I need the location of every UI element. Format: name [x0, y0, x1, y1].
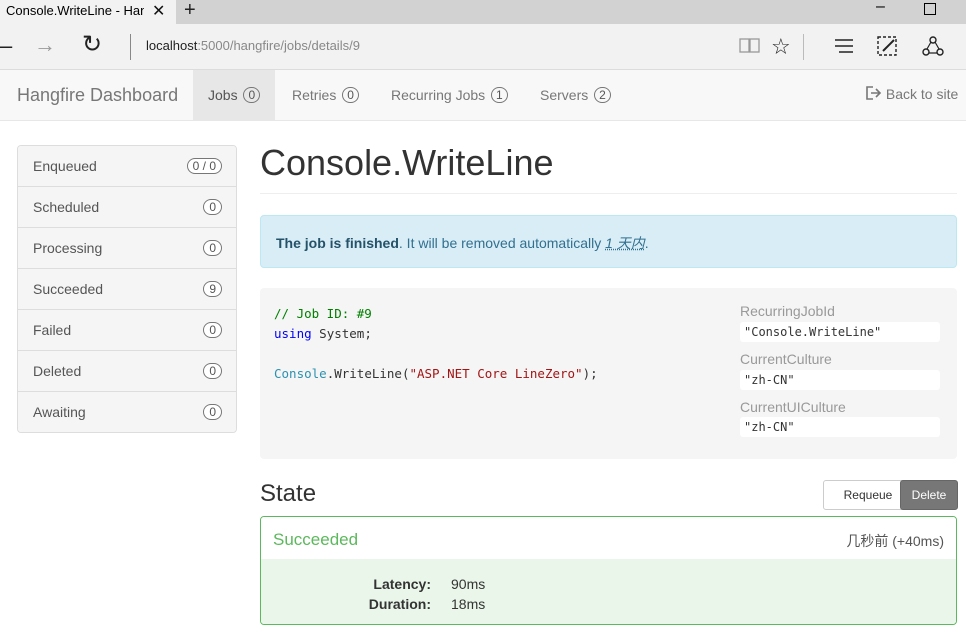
sidebar-count-badge: 0 — [203, 199, 222, 215]
sidebar-item-enqueued[interactable]: Enqueued 0 / 0 — [18, 146, 236, 186]
alert-expire-time: 1 天内 — [605, 235, 645, 251]
toolbar-divider — [803, 34, 804, 60]
tab-label: Retries — [292, 87, 337, 103]
sidebar-item-label: Awaiting — [33, 404, 86, 420]
tab-label: Recurring Jobs — [391, 87, 486, 103]
detail-key: Duration: — [368, 596, 431, 612]
back-to-site-link[interactable]: Back to site — [866, 86, 958, 102]
sidebar-count-badge: 0 — [203, 363, 222, 379]
tab-recurring-jobs[interactable]: Recurring Jobs 1 — [376, 70, 523, 120]
sidebar-item-label: Succeeded — [33, 281, 104, 297]
favorite-star-icon[interactable]: ☆ — [771, 34, 791, 60]
alert-text: The job is finished. It will be removed … — [276, 233, 649, 253]
code-method: .WriteLine( — [326, 366, 410, 381]
detail-value: 90ms — [451, 576, 486, 592]
param-name: RecurringJobId — [740, 303, 835, 319]
tab-count-badge: 0 — [243, 87, 261, 103]
param-value: "zh-CN" — [740, 370, 940, 390]
state-panel-succeeded: Succeeded 几秒前 (+40ms) Latency: 90ms Dura… — [260, 516, 957, 625]
state-name: Succeeded — [273, 530, 359, 549]
sidebar-item-succeeded[interactable]: Succeeded 9 — [18, 268, 236, 309]
sidebar-item-label: Deleted — [33, 363, 82, 379]
title-divider — [260, 193, 957, 194]
back-arrow-icon[interactable]: – — [0, 33, 12, 59]
close-tab-icon[interactable]: ✕ — [152, 1, 165, 21]
state-heading: State — [260, 480, 317, 507]
web-note-icon[interactable] — [877, 36, 899, 61]
tab-label: Jobs — [208, 87, 238, 103]
sign-out-icon — [866, 86, 886, 102]
sidebar-count-badge: 0 — [203, 240, 222, 256]
forward-arrow-icon[interactable]: → — [34, 32, 56, 58]
job-state-sidebar: Enqueued 0 / 0 Scheduled 0 Processing 0 … — [17, 145, 237, 433]
detail-value: 18ms — [451, 596, 486, 612]
browser-tab-title: Console.WriteLine - Han — [6, 3, 144, 18]
back-to-site-label: Back to site — [885, 86, 959, 102]
browser-toolbar — [0, 24, 966, 70]
address-divider — [130, 34, 131, 60]
job-finished-alert: The job is finished. It will be removed … — [260, 215, 957, 268]
param-name: CurrentCulture — [740, 351, 832, 367]
minimize-icon[interactable]: – — [876, 0, 885, 16]
sidebar-item-scheduled[interactable]: Scheduled 0 — [18, 186, 236, 227]
alert-strong: The job is finished — [276, 235, 399, 251]
tab-servers[interactable]: Servers 2 — [525, 70, 626, 120]
sidebar-item-label: Enqueued — [33, 158, 97, 174]
code-end: ); — [582, 366, 598, 381]
tab-count-badge: 1 — [491, 87, 508, 103]
param-value: "Console.WriteLine" — [740, 322, 940, 342]
brand-link[interactable]: Hangfire Dashboard — [17, 85, 178, 106]
browser-tab[interactable]: Console.WriteLine - Han ✕ — [0, 0, 176, 24]
page-title: Console.WriteLine — [260, 142, 554, 183]
delete-button[interactable]: Delete — [900, 480, 958, 510]
address-bar[interactable]: localhost:5000/hangfire/jobs/details/9 — [146, 38, 360, 53]
state-panel-header: Succeeded 几秒前 (+40ms) — [261, 517, 956, 559]
new-tab-icon[interactable]: + — [184, 0, 196, 22]
alert-message: . It will be removed automatically — [398, 235, 606, 251]
job-code: // Job ID: #9 using System; Console.Writ… — [274, 304, 598, 384]
code-comment: // Job ID: #9 — [274, 306, 372, 321]
state-panel-body: Latency: 90ms Duration: 18ms — [261, 559, 956, 624]
state-time: 几秒前 (+40ms) — [846, 533, 944, 549]
param-value: "zh-CN" — [740, 417, 940, 437]
code-keyword: using — [274, 326, 312, 341]
maximize-icon[interactable] — [924, 3, 936, 15]
sidebar-item-label: Failed — [33, 322, 72, 338]
alert-end: . — [644, 235, 649, 251]
sidebar-count-badge: 0 / 0 — [186, 158, 222, 174]
reading-view-icon[interactable] — [739, 36, 761, 59]
hub-icon[interactable] — [834, 36, 856, 59]
refresh-icon[interactable]: ↻ — [82, 30, 102, 59]
sidebar-count-badge: 0 — [203, 404, 222, 420]
url-host: localhost — [146, 38, 198, 53]
code-type: Console — [274, 366, 327, 381]
tab-retries[interactable]: Retries 0 — [277, 70, 374, 120]
detail-key: Latency: — [373, 576, 431, 592]
tab-jobs[interactable]: Jobs 0 — [193, 70, 276, 120]
sidebar-count-badge: 0 — [203, 322, 222, 338]
url-path: :5000/hangfire/jobs/details/9 — [197, 38, 360, 53]
sidebar-item-label: Scheduled — [33, 199, 100, 215]
sidebar-item-label: Processing — [33, 240, 103, 256]
sidebar-item-processing[interactable]: Processing 0 — [18, 227, 236, 268]
sidebar-item-deleted[interactable]: Deleted 0 — [18, 350, 236, 391]
tab-count-badge: 2 — [594, 87, 611, 103]
code-namespace: System; — [311, 326, 372, 341]
code-string: "ASP.NET Core LineZero" — [409, 366, 583, 381]
tab-count-badge: 0 — [342, 87, 359, 103]
sidebar-item-awaiting[interactable]: Awaiting 0 — [18, 391, 236, 432]
tab-label: Servers — [540, 87, 589, 103]
param-name: CurrentUICulture — [740, 399, 846, 415]
sidebar-item-failed[interactable]: Failed 0 — [18, 309, 236, 350]
sidebar-count-badge: 9 — [203, 281, 222, 297]
share-icon[interactable] — [922, 36, 944, 61]
